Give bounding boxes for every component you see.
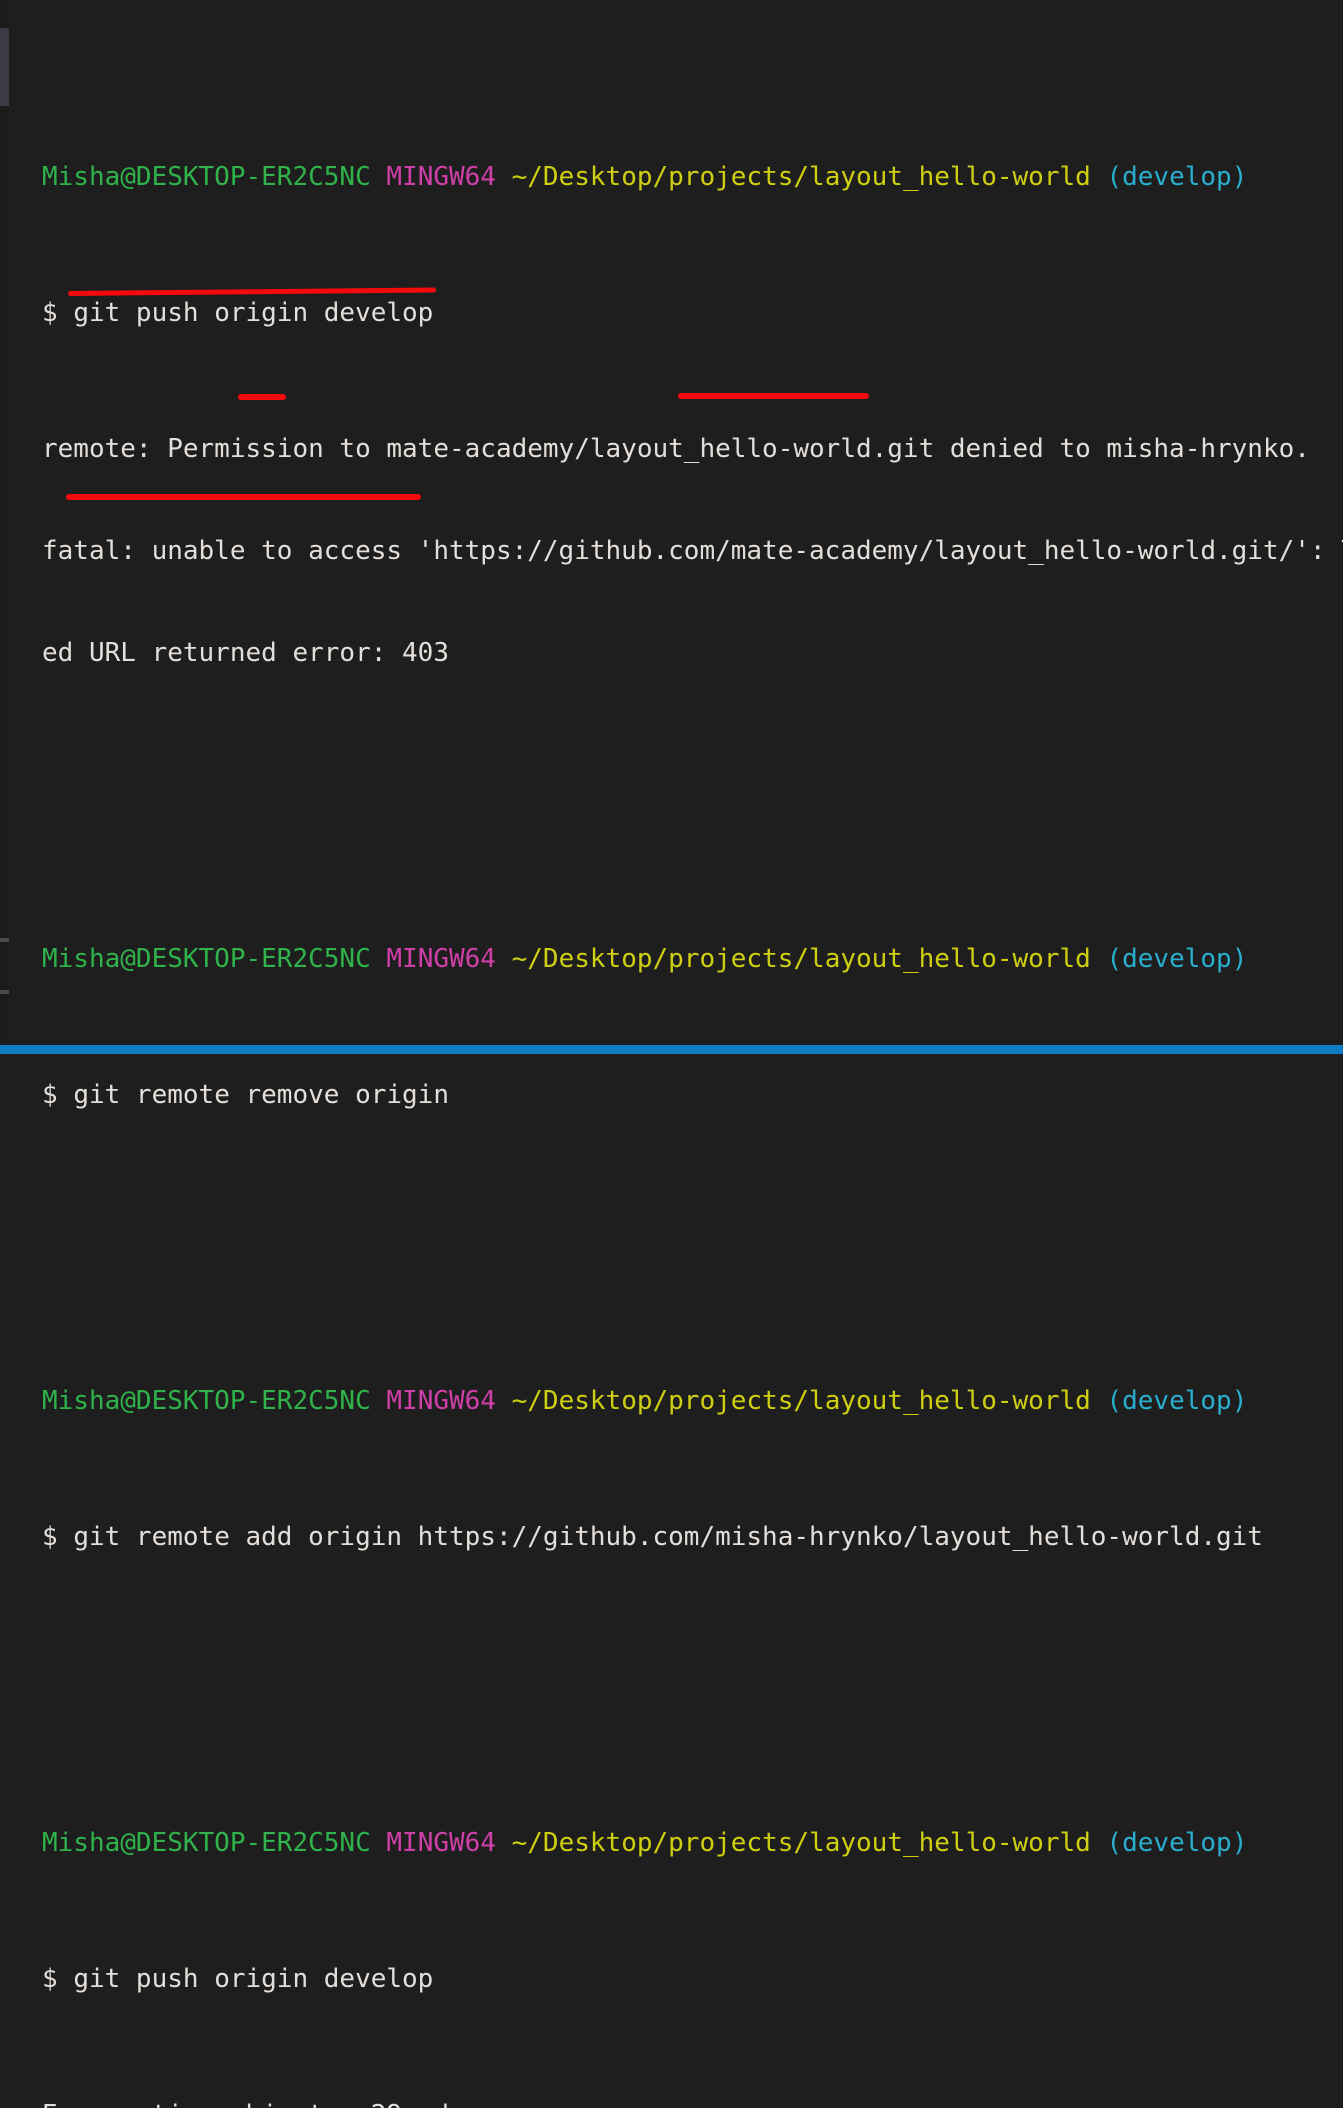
scrollbar-thumb[interactable] <box>0 28 9 106</box>
output-line: remote: Permission to mate-academy/layou… <box>42 434 1310 464</box>
command-text: git push origin develop <box>73 1964 434 1994</box>
prompt-shell: MINGW64 <box>386 1386 496 1416</box>
command-line: $ git remote add origin https://github.c… <box>42 1520 1343 1554</box>
prompt-path: ~/Desktop/projects/layout_hello-world <box>511 162 1091 192</box>
prompt-symbol: $ <box>42 1964 74 1994</box>
prompt-path: ~/Desktop/projects/layout_hello-world <box>511 944 1091 974</box>
prompt-shell: MINGW64 <box>386 162 496 192</box>
output-line: ed URL returned error: 403 <box>42 638 449 668</box>
output-line: fatal: unable to access 'https://github.… <box>42 536 1343 566</box>
prompt-symbol: $ <box>42 1080 74 1110</box>
command-line: $ git push origin develop <box>42 1962 1343 1996</box>
terminal-window[interactable]: Misha@DESKTOP-ER2C5NC MINGW64 ~/Desktop/… <box>0 0 1343 2108</box>
prompt-user-host: Misha@DESKTOP-ER2C5NC <box>42 1386 371 1416</box>
scrollbar-mark <box>0 990 9 994</box>
underline-git-push-origin-develop <box>66 494 421 500</box>
prompt-branch: (develop) <box>1106 162 1248 192</box>
command-line: $ git push origin develop <box>42 296 1343 330</box>
prompt-line: Misha@DESKTOP-ER2C5NC MINGW64 ~/Desktop/… <box>42 1384 1343 1418</box>
prompt-path: ~/Desktop/projects/layout_hello-world <box>511 1386 1091 1416</box>
prompt-user-host: Misha@DESKTOP-ER2C5NC <box>42 162 371 192</box>
prompt-user-host: Misha@DESKTOP-ER2C5NC <box>42 1828 371 1858</box>
underline-add <box>238 394 286 400</box>
prompt-shell: MINGW64 <box>386 944 496 974</box>
prompt-branch: (develop) <box>1106 1386 1248 1416</box>
output-line: Enumerating objects: 29, done. <box>42 2098 1343 2108</box>
terminal-output-area[interactable]: Misha@DESKTOP-ER2C5NC MINGW64 ~/Desktop/… <box>42 24 1343 2108</box>
command-text: git push origin develop <box>73 298 434 328</box>
underline-misha-hrynko <box>678 393 869 399</box>
command-text: git remote add origin https://github.com… <box>73 1522 1263 1552</box>
prompt-line: Misha@DESKTOP-ER2C5NC MINGW64 ~/Desktop/… <box>42 1826 1343 1860</box>
prompt-shell: MINGW64 <box>386 1828 496 1858</box>
prompt-path: ~/Desktop/projects/layout_hello-world <box>511 1828 1091 1858</box>
scrollbar-mark <box>0 938 9 942</box>
prompt-user-host: Misha@DESKTOP-ER2C5NC <box>42 944 371 974</box>
prompt-line: Misha@DESKTOP-ER2C5NC MINGW64 ~/Desktop/… <box>42 160 1343 194</box>
editor-gutter-scrollbar[interactable] <box>0 0 9 1045</box>
prompt-symbol: $ <box>42 1522 74 1552</box>
command-line: $ git remote remove origin <box>42 1078 1343 1112</box>
prompt-symbol: $ <box>42 298 74 328</box>
prompt-line: Misha@DESKTOP-ER2C5NC MINGW64 ~/Desktop/… <box>42 942 1343 976</box>
prompt-branch: (develop) <box>1106 944 1248 974</box>
prompt-branch: (develop) <box>1106 1828 1248 1858</box>
command-text: git remote remove origin <box>73 1080 449 1110</box>
status-bar[interactable] <box>0 1045 1343 1054</box>
